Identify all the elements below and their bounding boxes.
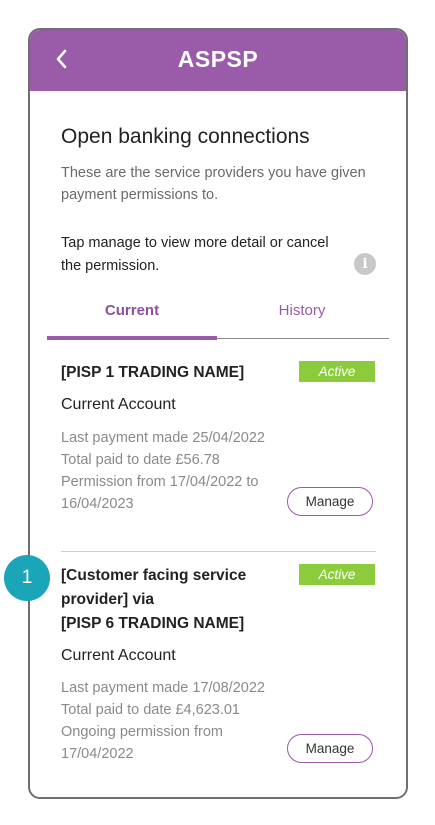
total-paid: Total paid to date £56.78 — [61, 452, 220, 468]
permission-period-end: 17/04/2022 — [61, 746, 134, 762]
page-subtitle: These are the service providers you have… — [61, 165, 366, 203]
annotation-marker: 1 — [4, 555, 50, 601]
account-type: Current Account — [61, 647, 176, 664]
phone-frame: ASPSP Open banking connections These are… — [28, 28, 408, 799]
header-title: ASPSP — [177, 46, 259, 72]
permission-period-end: 16/04/2023 — [61, 496, 134, 512]
active-tab-indicator — [47, 336, 217, 340]
status-badge: Active — [299, 361, 375, 382]
total-paid: Total paid to date £4,623.01 — [61, 702, 240, 718]
card-divider — [61, 551, 376, 552]
instruction-text: Tap manage to view more detail or cancel… — [61, 235, 329, 274]
page-title: Open banking connections — [61, 125, 310, 148]
connection-name-line: provider] via — [61, 591, 155, 608]
status-badge: Active — [299, 564, 375, 585]
tab-current[interactable]: Current — [47, 302, 217, 319]
manage-button[interactable]: Manage — [287, 734, 373, 763]
app-header: ASPSP — [30, 30, 406, 91]
account-type: Current Account — [61, 396, 176, 413]
connection-name-line: [PISP 6 TRADING NAME] — [61, 615, 245, 632]
permission-period: Permission from 17/04/2022 to — [61, 474, 259, 490]
last-payment: Last payment made 25/04/2022 — [61, 430, 265, 446]
tab-history[interactable]: History — [217, 302, 387, 319]
connection-name: [PISP 1 TRADING NAME] — [61, 364, 245, 381]
connection-name: [Customer facing service provider] via [… — [61, 564, 246, 636]
connection-name-line: [Customer facing service — [61, 567, 247, 584]
connection-details: Last payment made 25/04/2022 Total paid … — [61, 427, 291, 515]
manage-button[interactable]: Manage — [287, 487, 373, 516]
permission-period: Ongoing permission from — [61, 724, 223, 740]
last-payment: Last payment made 17/08/2022 — [61, 680, 265, 696]
connection-details: Last payment made 17/08/2022 Total paid … — [61, 677, 291, 765]
info-icon[interactable]: i — [354, 253, 376, 275]
